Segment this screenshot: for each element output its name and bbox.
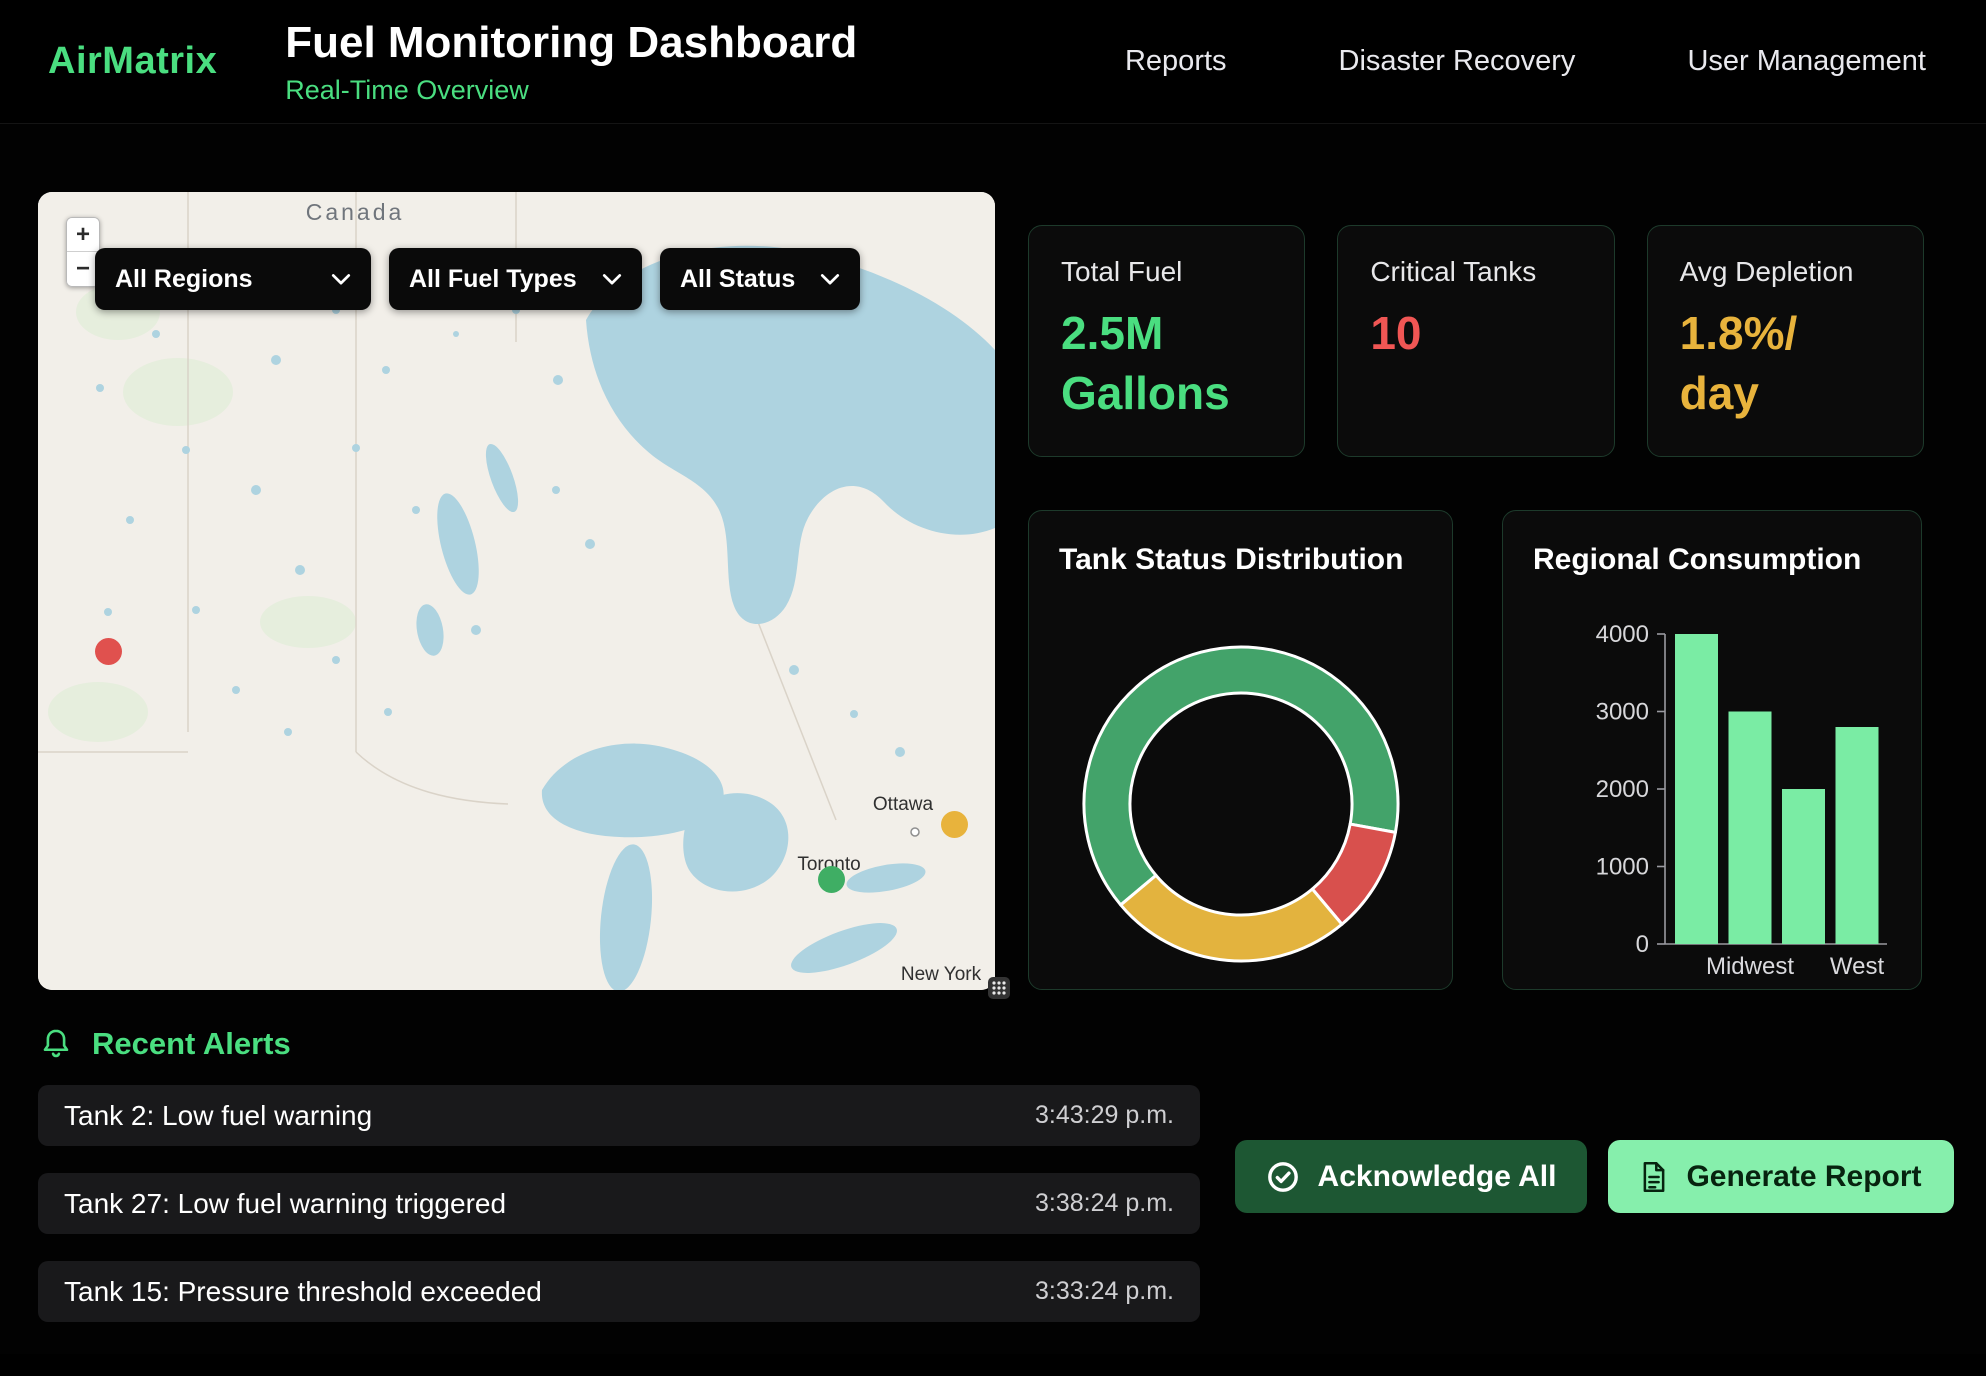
alert-time: 3:43:29 p.m. [1035, 1101, 1174, 1130]
regional-consumption-bar-chart: 0 1000 2000 3000 4000 Midwest West [1533, 621, 1891, 991]
alert-text: Tank 2: Low fuel warning [64, 1100, 372, 1132]
alert-time: 3:38:24 p.m. [1035, 1189, 1174, 1218]
map-filters: All Regions All Fuel Types All Status [95, 248, 860, 310]
alert-text: Tank 15: Pressure threshold exceeded [64, 1276, 542, 1308]
map-marker-critical[interactable] [95, 638, 122, 665]
alert-time: 3:33:24 p.m. [1035, 1277, 1174, 1306]
regional-consumption-card: Regional Consumption 0 1000 2000 3000 4000 Mi… [1502, 510, 1922, 990]
region-filter-value: All Regions [115, 265, 253, 294]
svg-text:2000: 2000 [1596, 776, 1649, 803]
alert-row[interactable]: Tank 27: Low fuel warning triggered 3:38… [38, 1173, 1200, 1234]
status-filter-dropdown[interactable]: All Status [660, 248, 860, 310]
grip-dots-icon [991, 980, 1007, 996]
svg-text:1000: 1000 [1596, 854, 1649, 881]
fuel-type-filter-dropdown[interactable]: All Fuel Types [389, 248, 642, 310]
page-subtitle: Real-Time Overview [285, 75, 857, 106]
recent-alerts-header: Recent Alerts [40, 1026, 291, 1062]
title-block: Fuel Monitoring Dashboard Real-Time Over… [285, 18, 857, 106]
main-nav: Reports Disaster Recovery User Managemen… [1125, 45, 1938, 78]
regional-consumption-chart-title: Regional Consumption [1533, 543, 1891, 577]
chevron-down-icon [331, 273, 351, 286]
svg-text:West: West [1830, 953, 1885, 980]
map-label-canada: Canada [306, 199, 405, 225]
bell-icon [40, 1027, 72, 1061]
alert-row[interactable]: Tank 2: Low fuel warning 3:43:29 p.m. [38, 1085, 1200, 1146]
alert-text: Tank 27: Low fuel warning triggered [64, 1188, 506, 1220]
stats-row: Total Fuel 2.5M Gallons Critical Tanks 1… [1028, 225, 1924, 457]
stat-card-avg-depletion: Avg Depletion 1.8%/ day [1647, 225, 1924, 457]
generate-report-button[interactable]: Generate Report [1608, 1140, 1954, 1213]
stat-value-total-fuel: 2.5M Gallons [1061, 304, 1272, 424]
tank-status-card: Tank Status Distribution [1028, 510, 1453, 990]
chevron-down-icon [820, 273, 840, 286]
acknowledge-all-button[interactable]: Acknowledge All [1235, 1140, 1587, 1213]
generate-report-label: Generate Report [1686, 1160, 1921, 1194]
svg-text:0: 0 [1636, 931, 1649, 958]
stat-label-avg-depletion: Avg Depletion [1680, 256, 1891, 288]
basemap: Canada Ottawa Toronto New York [38, 192, 995, 990]
stat-value-avg-depletion: 1.8%/ day [1680, 304, 1891, 424]
footer-strip [0, 1354, 1986, 1376]
svg-text:Midwest: Midwest [1706, 953, 1794, 980]
drag-handle-icon[interactable] [988, 977, 1010, 999]
map-label-new-york: New York [901, 964, 982, 985]
zoom-in-button[interactable]: + [67, 218, 99, 252]
stat-card-critical-tanks: Critical Tanks 10 [1337, 225, 1614, 457]
stat-card-total-fuel: Total Fuel 2.5M Gallons [1028, 225, 1305, 457]
document-icon [1640, 1161, 1668, 1193]
status-filter-value: All Status [680, 265, 795, 294]
app-header: AirMatrix Fuel Monitoring Dashboard Real… [0, 0, 1986, 124]
map-marker-warning[interactable] [941, 811, 968, 838]
map-marker-normal[interactable] [818, 866, 845, 893]
chevron-down-icon [602, 273, 622, 286]
nav-item-user-management[interactable]: User Management [1687, 45, 1926, 78]
acknowledge-all-label: Acknowledge All [1318, 1160, 1557, 1194]
alert-row[interactable]: Tank 15: Pressure threshold exceeded 3:3… [38, 1261, 1200, 1322]
recent-alerts-title: Recent Alerts [92, 1026, 291, 1062]
brand-logo: AirMatrix [48, 40, 217, 83]
stat-label-total-fuel: Total Fuel [1061, 256, 1272, 288]
stat-label-critical-tanks: Critical Tanks [1370, 256, 1581, 288]
svg-text:4000: 4000 [1596, 621, 1649, 648]
page-title: Fuel Monitoring Dashboard [285, 18, 857, 68]
nav-item-disaster-recovery[interactable]: Disaster Recovery [1339, 45, 1576, 78]
stat-value-critical-tanks: 10 [1370, 304, 1581, 364]
map-label-ottawa: Ottawa [873, 794, 934, 815]
tank-status-chart-title: Tank Status Distribution [1059, 543, 1422, 577]
fuel-type-filter-value: All Fuel Types [409, 265, 577, 294]
tank-status-donut-chart [1076, 639, 1406, 969]
region-filter-dropdown[interactable]: All Regions [95, 248, 371, 310]
nav-item-reports[interactable]: Reports [1125, 45, 1227, 78]
svg-text:3000: 3000 [1596, 699, 1649, 726]
check-circle-icon [1266, 1160, 1300, 1194]
map-panel[interactable]: Canada Ottawa Toronto New York + − All R… [38, 192, 995, 990]
